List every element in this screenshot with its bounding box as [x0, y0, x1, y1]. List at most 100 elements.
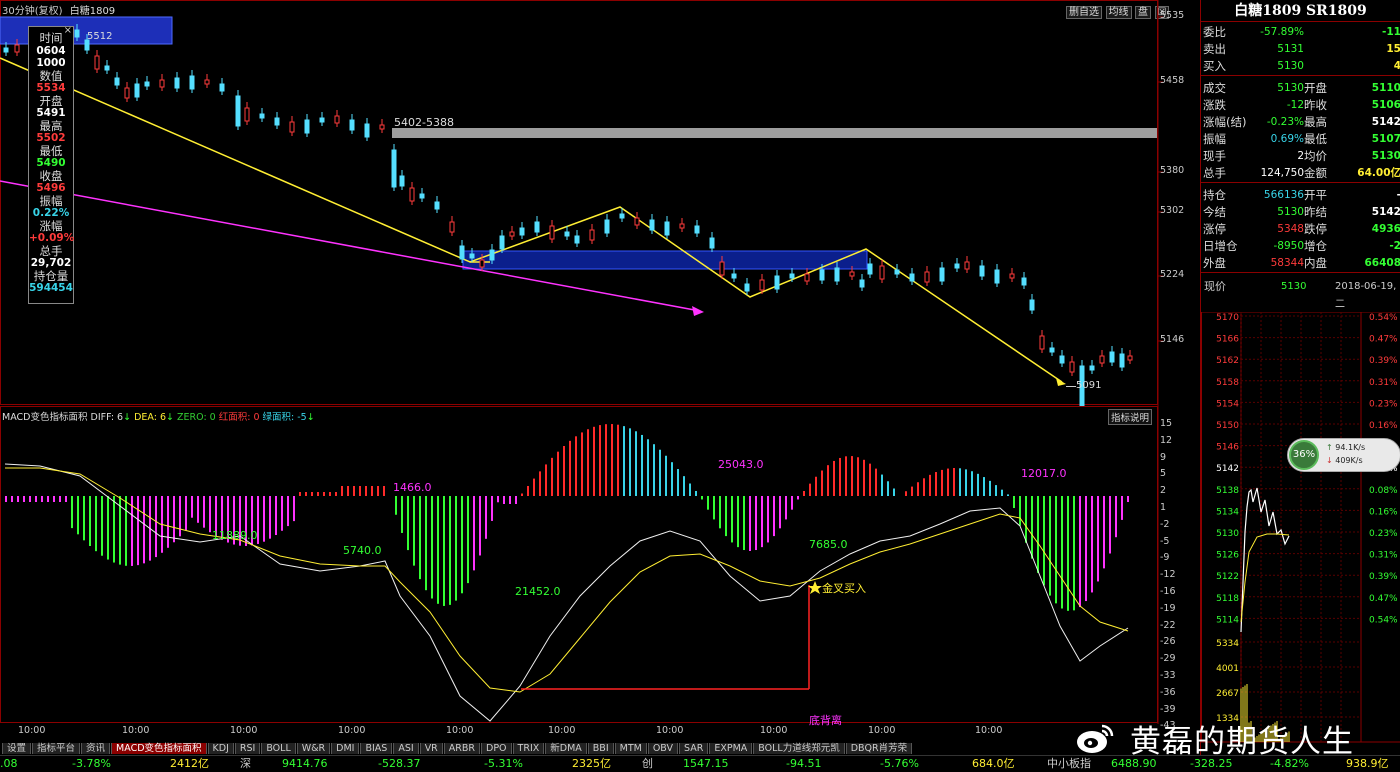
tab-10[interactable]: ASI [393, 743, 419, 754]
mini-pct-label: 0.23% [1369, 529, 1398, 539]
quote-value: 566136 [1263, 189, 1304, 201]
tooltip-value2: 1000 [36, 57, 66, 69]
macd-tick-label: 9 [1160, 451, 1167, 463]
candlestick-chart[interactable] [0, 0, 1200, 406]
quote-value: 58344 [1270, 257, 1304, 269]
macd-tick-label: 5 [1160, 468, 1167, 480]
quote-row: 委比 -57.89% -11 [1201, 24, 1400, 41]
mini-pct-label: 0.54% [1369, 615, 1398, 625]
tooltip-label: 最低 [39, 143, 63, 158]
candle [1021, 277, 1027, 286]
candle [104, 65, 110, 71]
tab-22[interactable]: DBQR肖芳荣 [845, 743, 913, 754]
macd-chart[interactable] [0, 406, 1200, 724]
tab-4[interactable]: KDJ [207, 743, 234, 754]
tab-12[interactable]: ARBR [443, 743, 481, 754]
tab-11[interactable]: VR [419, 743, 443, 754]
candle [1029, 299, 1035, 311]
status-item: -3.78% [72, 757, 111, 770]
candle [94, 55, 100, 70]
quote-value: -12 [1286, 99, 1304, 111]
candle [174, 77, 180, 89]
time-tick-label: 10:00 [975, 725, 1003, 736]
tab-18[interactable]: OBV [647, 743, 679, 754]
mini-price-label: 5126 [1216, 551, 1239, 561]
price-axis: 5535 5458 5380 5302 5224 5146 [1160, 0, 1200, 406]
status-item: -528.37 [378, 757, 421, 770]
quote-row: 今结 5130 昨结 5142 [1201, 204, 1400, 221]
quote-value-right: -11 [1382, 26, 1400, 38]
quote-value-right: 15 [1386, 43, 1400, 55]
candle [204, 79, 210, 85]
time-tick-label: 10:00 [122, 725, 150, 736]
quote-label: 外盘 [1203, 256, 1226, 270]
quote-row: 外盘 58344 内盘 66408 [1201, 255, 1400, 272]
status-item: -5.31% [484, 757, 523, 770]
gauge-down: ↓ 409K/s [1326, 456, 1363, 465]
area-label-3: 1466.0 [393, 481, 432, 494]
tab-2[interactable]: 资讯 [81, 743, 111, 754]
tab-13[interactable]: DPO [481, 743, 512, 754]
quote-label-right: 增仓 [1304, 239, 1327, 253]
quote-value-right: 5106 [1371, 99, 1400, 111]
candle [634, 217, 640, 226]
macd-axis: 15 12 9 5 2 1 -2 -5 -9 -12 -16 -19 -22 -26 -29 -33 -36 -3… [1160, 406, 1200, 731]
area-label-1: 11889.0 [212, 529, 258, 542]
tab-15[interactable]: 新DMA [545, 743, 587, 754]
quote-row: 现手 2 均价 5130 [1201, 148, 1400, 165]
quote-value-right: 5110 [1371, 82, 1400, 94]
time-tick-label: 10:00 [230, 725, 258, 736]
tab-21[interactable]: BOLL力道线郑元凯 [753, 743, 845, 754]
tab-20[interactable]: EXPMA [709, 743, 753, 754]
candle [819, 269, 825, 281]
tab-17[interactable]: MTM [614, 743, 647, 754]
tab-3[interactable]: MACD变色指标面积 [111, 743, 207, 754]
time-tick-label: 10:00 [548, 725, 576, 736]
quote-panel: 白糖1809 SR1809 委比 -57.89% -11 卖出 5131 15 买入 5130… [1200, 0, 1400, 755]
area-label-4: 21452.0 [515, 585, 561, 598]
time-tick-label: 10:00 [18, 725, 46, 736]
tooltip-value: 5502 [36, 132, 66, 144]
status-item: 9414.76 [282, 757, 328, 770]
tab-5[interactable]: RSI [234, 743, 261, 754]
quote-label: 涨跌 [1203, 98, 1226, 112]
price-tick-label: 5224 [1160, 269, 1185, 280]
quote-value-right: 4 [1393, 60, 1400, 72]
mini-price-label: 5138 [1216, 486, 1239, 496]
tab-16[interactable]: BBI [587, 743, 614, 754]
tab-8[interactable]: DMI [331, 743, 360, 754]
low-label: 5091 [1076, 380, 1102, 391]
tab-14[interactable]: TRIX [512, 743, 545, 754]
candle [1069, 361, 1075, 373]
tab-0[interactable]: 设置 [2, 743, 32, 754]
macd-tick-label: -39 [1160, 703, 1176, 715]
candle [604, 219, 610, 234]
tab-1[interactable]: 指标平台 [32, 743, 81, 754]
low-marker [1066, 386, 1076, 387]
quote-value: -0.23% [1266, 116, 1304, 128]
tooltip-value: 5534 [36, 82, 66, 94]
tab-19[interactable]: SAR [679, 743, 709, 754]
quote-value-right: 5107 [1371, 133, 1400, 145]
quote-row: 买入 5130 4 [1201, 58, 1400, 75]
tab-9[interactable]: BIAS [360, 743, 393, 754]
weibo-logo-icon [1077, 724, 1114, 753]
tooltip-close-icon[interactable]: × [64, 25, 72, 36]
tab-7[interactable]: W&R [296, 743, 331, 754]
quote-label-right: 最低 [1304, 132, 1327, 146]
time-tick-label: 10:00 [656, 725, 684, 736]
candle [1119, 353, 1125, 368]
tooltip-label: 总手 [39, 243, 63, 258]
tooltip-label: 数值 [39, 68, 63, 83]
macd-tick-label: 12 [1160, 434, 1173, 446]
candle [1059, 355, 1065, 364]
tooltip-value: +0.09% [29, 232, 75, 244]
candle [759, 279, 765, 291]
macd-tick-label: 1 [1160, 502, 1167, 513]
quote-value: 5131 [1277, 43, 1304, 55]
intraday-mini-chart[interactable]: 5170 5166 5162 5158 5154 5150 5146 5142 5138 5134… [1201, 312, 1400, 752]
quote-value: 2 [1297, 150, 1304, 162]
quote-label: 委比 [1203, 25, 1226, 39]
tab-6[interactable]: BOLL [261, 743, 296, 754]
quote-value-right: 64.00亿 [1357, 167, 1400, 179]
